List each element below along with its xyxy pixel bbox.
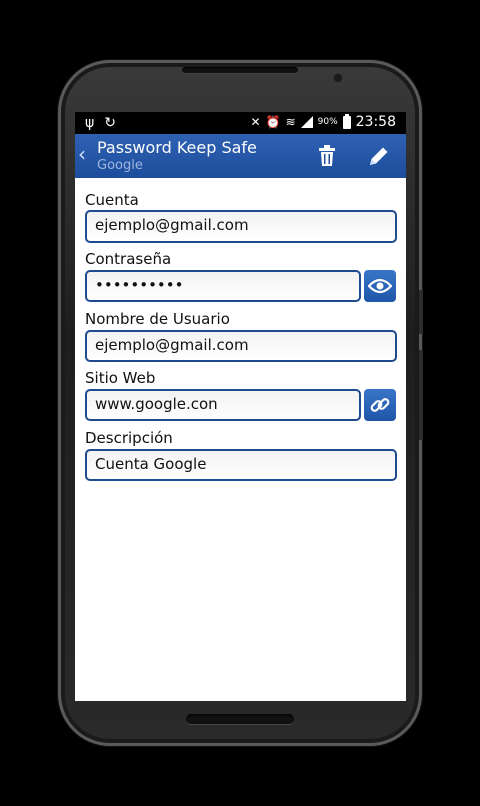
clock: 23:58: [355, 114, 396, 130]
account-field[interactable]: ejemplo@gmail.com: [85, 210, 397, 243]
screen: ψ ↻ ✕ ⏰ ≋ 90% 23:58 ‹ Password Keep Safe…: [75, 112, 406, 701]
action-bar: ‹ Password Keep Safe Google: [75, 134, 406, 178]
signal-icon: [300, 116, 313, 128]
delete-button[interactable]: [313, 142, 341, 170]
link-icon: [370, 398, 390, 412]
power-button: [419, 290, 423, 334]
website-field[interactable]: www.google.con: [85, 389, 361, 421]
battery-percent: 90%: [317, 117, 338, 127]
bottom-speaker: [186, 714, 294, 724]
app-title: Password Keep Safe: [97, 138, 257, 157]
password-field[interactable]: ••••••••••: [85, 270, 361, 302]
wifi-icon: ≋: [285, 115, 296, 129]
description-field[interactable]: Cuenta Google: [85, 449, 397, 481]
pencil-icon: [370, 147, 388, 165]
username-field[interactable]: ejemplo@gmail.com: [85, 330, 397, 362]
username-label: Nombre de Usuario: [85, 310, 230, 328]
front-camera: [334, 74, 342, 82]
account-label: Cuenta: [85, 191, 139, 209]
usb-icon: ψ: [85, 115, 95, 131]
sync-icon: ↻: [104, 115, 116, 131]
edit-button[interactable]: [365, 142, 393, 170]
volume-button: [419, 350, 423, 440]
eye-icon: [368, 278, 392, 294]
alarm-icon: ⏰: [265, 115, 281, 129]
battery-icon: [342, 113, 351, 129]
back-chevron-icon[interactable]: ‹: [78, 142, 86, 166]
entry-subtitle: Google: [97, 158, 143, 173]
description-label: Descripción: [85, 429, 173, 447]
trash-icon: [319, 145, 335, 166]
status-bar: ψ ↻ ✕ ⏰ ≋ 90% 23:58: [75, 112, 406, 134]
password-label: Contraseña: [85, 250, 172, 268]
open-website-button[interactable]: [364, 389, 396, 421]
vibrate-icon: ✕: [250, 115, 261, 129]
show-password-button[interactable]: [364, 270, 396, 302]
website-label: Sitio Web: [85, 369, 156, 387]
earpiece-speaker: [182, 67, 298, 73]
